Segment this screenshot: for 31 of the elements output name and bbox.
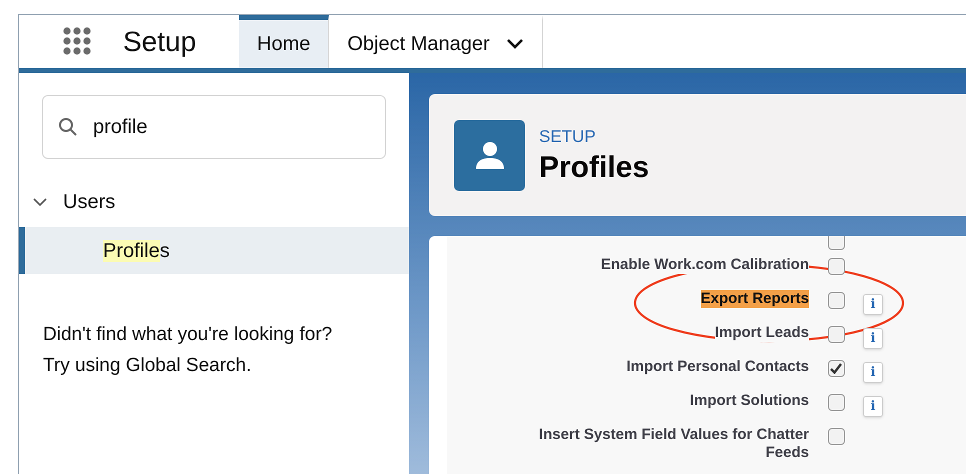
tree-item[interactable]: Profiles (19, 227, 409, 274)
user-icon (474, 139, 506, 171)
checkbox[interactable] (828, 292, 844, 309)
info-button[interactable]: i (863, 396, 883, 417)
checkbox[interactable] (828, 394, 844, 411)
permission-label: Import Solutions (690, 392, 809, 410)
search-icon (58, 117, 78, 137)
permission-label: Import Leads (714, 324, 809, 342)
info-button[interactable]: i (863, 362, 883, 383)
permission-label: Import Personal Contacts (626, 358, 809, 376)
permission-label: Export Reports (700, 290, 809, 308)
permission-label: Enable Work.com Calibration (600, 256, 809, 274)
checkmark-icon (830, 363, 842, 374)
checkbox[interactable] (828, 236, 844, 250)
checkbox[interactable] (828, 258, 844, 275)
search-field[interactable]: profile (42, 95, 386, 159)
tree-label: Profiles (103, 238, 170, 264)
eyebrow-label: SETUP (539, 126, 597, 148)
app-title: Setup (123, 24, 196, 59)
page-title: Profiles (539, 150, 650, 186)
nav-tab[interactable]: Home (239, 15, 330, 68)
tree-item[interactable]: Users (19, 187, 409, 217)
checkbox[interactable] (828, 428, 844, 445)
help-text: Try using Global Search. (43, 354, 252, 378)
checkbox[interactable] (828, 360, 844, 377)
help-text: Didn't find what you're looking for? (43, 323, 334, 347)
info-button[interactable]: i (863, 328, 883, 349)
tree-label: Users (63, 190, 116, 215)
app-launcher-icon[interactable] (63, 26, 93, 56)
info-button[interactable]: i (863, 294, 883, 315)
checkbox[interactable] (828, 326, 844, 343)
